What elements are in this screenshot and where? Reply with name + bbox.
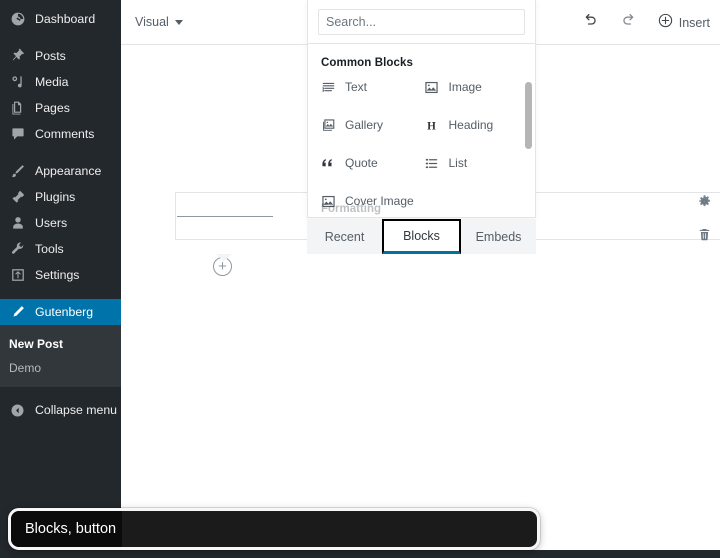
toolbar-right-group: Insert [581, 0, 710, 45]
plugin-icon [9, 189, 26, 206]
block-inserter-popover: Common Blocks Text [307, 0, 536, 218]
gear-icon[interactable] [697, 194, 712, 214]
block-item-quote[interactable]: Quote [318, 150, 422, 176]
list-icon [424, 155, 440, 171]
collapse-menu-button[interactable]: Collapse menu [0, 397, 121, 423]
sidebar-subitem-demo[interactable]: Demo [0, 356, 121, 380]
image-icon [424, 79, 440, 95]
sidebar-item-label: Appearance [35, 163, 102, 178]
pages-icon [9, 100, 26, 117]
brush-icon [9, 163, 26, 180]
plus-icon: + [218, 258, 227, 275]
pencil-icon [9, 304, 26, 321]
block-item-list[interactable]: List [422, 150, 526, 176]
sidebar-item-gutenberg[interactable]: Gutenberg [0, 299, 121, 325]
heading-icon: H [424, 117, 440, 133]
tab-recent[interactable]: Recent [307, 219, 382, 254]
redo-button[interactable] [619, 11, 638, 35]
svg-text:H: H [427, 120, 436, 132]
inserter-block-list: Common Blocks Text Image Gallery H Headi… [308, 44, 535, 217]
sidebar-item-label: Users [35, 215, 68, 230]
insert-button-label: Insert [678, 15, 710, 30]
sidebar-item-label: Gutenberg [35, 304, 94, 319]
screen-reader-announcement: Blocks, button [11, 511, 123, 547]
block-item-label: List [448, 156, 468, 170]
separator-line [177, 216, 273, 217]
sidebar-item-settings[interactable]: Settings [0, 262, 121, 288]
block-item-label: Quote [345, 156, 378, 170]
pin-icon [9, 48, 26, 65]
media-icon [9, 74, 26, 91]
quote-icon [320, 155, 336, 171]
sidebar-item-dashboard[interactable]: Dashboard [0, 6, 121, 32]
inserter-block-grid: Text Image Gallery H Heading Quote List … [318, 74, 525, 214]
block-item-label: Image [448, 80, 482, 94]
sidebar-subitem-new-post[interactable]: New Post [0, 332, 121, 356]
tab-blocks[interactable]: Blocks [382, 219, 461, 254]
sidebar-item-label: Posts [35, 48, 66, 63]
inserter-next-section-partial: Formatting [318, 203, 525, 217]
editor-mode-label: Visual [135, 15, 169, 29]
sidebar-item-plugins[interactable]: Plugins [0, 184, 121, 210]
inserter-scrollbar[interactable] [525, 82, 532, 217]
editor-mode-switcher[interactable]: Visual [135, 15, 183, 29]
wrench-icon [9, 241, 26, 258]
editor-area: Visual Insert + Search... Common Blocks … [121, 0, 720, 558]
screen: Dashboard Posts Media Pages Comments App… [0, 0, 720, 558]
trash-icon[interactable] [697, 227, 712, 247]
text-icon [320, 79, 336, 95]
undo-button[interactable] [581, 11, 600, 35]
sidebar-item-label: Dashboard [35, 11, 96, 26]
insert-button[interactable]: Insert [657, 12, 710, 34]
sidebar-item-label: Tools [35, 241, 64, 256]
sidebar-submenu: New Post Demo [0, 325, 121, 388]
undo-icon [581, 11, 600, 35]
sidebar-item-label: Settings [35, 267, 80, 282]
user-icon [9, 215, 26, 232]
sidebar-item-label: Media [35, 74, 69, 89]
sidebar-item-posts[interactable]: Posts [0, 43, 121, 69]
sidebar-item-comments[interactable]: Comments [0, 121, 121, 147]
sidebar-item-media[interactable]: Media [0, 69, 121, 95]
inserter-tabs: Recent Blocks Embeds [307, 219, 536, 254]
sidebar-item-tools[interactable]: Tools [0, 236, 121, 262]
inserter-section-title: Common Blocks [321, 57, 414, 69]
block-item-label: Text [345, 80, 368, 94]
admin-sidebar: Dashboard Posts Media Pages Comments App… [0, 0, 121, 558]
sidebar-item-label: Plugins [35, 189, 76, 204]
screen-reader-caption-bar: Blocks, button [8, 508, 540, 550]
tab-embeds[interactable]: Embeds [461, 219, 536, 254]
block-item-gallery[interactable]: Gallery [318, 112, 422, 138]
block-item-label: Gallery [345, 118, 384, 132]
bottom-strip [0, 550, 720, 558]
gallery-icon [320, 117, 336, 133]
block-item-image[interactable]: Image [422, 74, 526, 100]
plus-circle-icon [657, 12, 674, 34]
inserter-next-section-label: Formatting [321, 203, 382, 215]
sidebar-item-pages[interactable]: Pages [0, 95, 121, 121]
popover-arrow [216, 254, 232, 261]
chevron-down-icon [174, 19, 183, 25]
comment-icon [9, 126, 26, 143]
collapse-menu-label: Collapse menu [35, 403, 118, 418]
block-item-label: Heading [448, 118, 494, 132]
block-item-heading[interactable]: H Heading [422, 112, 526, 138]
block-side-tools [697, 194, 712, 247]
collapse-arrow-icon [9, 402, 26, 419]
dashboard-icon [9, 11, 26, 28]
search-input[interactable] [318, 9, 525, 35]
sidebar-item-label: Pages [35, 100, 70, 115]
block-item-text[interactable]: Text [318, 74, 422, 100]
redo-icon [619, 11, 638, 35]
inserter-search-row [308, 0, 535, 44]
settings-icon [9, 267, 26, 284]
scrollbar-thumb[interactable] [525, 82, 532, 149]
sidebar-item-label: Comments [35, 126, 95, 141]
sidebar-item-appearance[interactable]: Appearance [0, 158, 121, 184]
sidebar-item-users[interactable]: Users [0, 210, 121, 236]
